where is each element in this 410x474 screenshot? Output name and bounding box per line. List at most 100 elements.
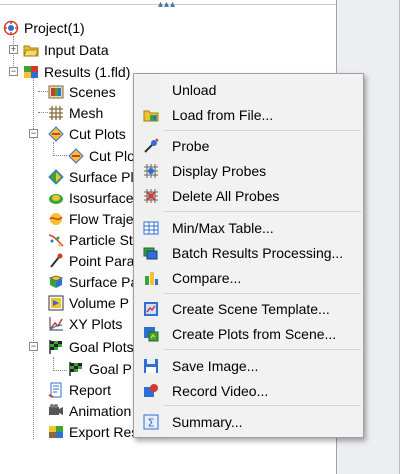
tree-item-goal-plots[interactable]: Goal Plots [48,337,134,357]
menu-item-probe[interactable]: Probe [135,134,363,158]
menu-item-batch-results[interactable]: Batch Results Processing... [135,241,363,265]
menu-item-create-scene-template[interactable]: Create Scene Template... [135,297,363,321]
probe-icon [142,137,160,155]
menu-item-label: Create Plots from Scene... [172,326,337,342]
menu-item-label: Batch Results Processing... [172,245,344,261]
tree-line [53,155,67,156]
panel-top-splitter[interactable]: ▴▴▴ [0,0,336,12]
tree-item-label: Cut Plo [89,148,135,164]
tree-line [53,370,67,371]
tree-item-volume-parameters[interactable]: Volume P [48,293,129,313]
tree-item-surface-plots[interactable]: Surface Pl [48,167,134,187]
scene-template-icon [142,300,160,318]
tree-item-label: Point Para [69,253,135,269]
menu-separator [164,405,361,406]
menu-item-label: Min/Max Table... [172,220,274,236]
expand-toggle[interactable]: + [9,45,18,54]
tree-item-report[interactable]: Report [48,380,111,400]
tree-item-xy-plots[interactable]: XY Plots [48,314,122,334]
menu-item-load-from-file[interactable]: Load from File... [135,103,363,127]
menu-item-min-max-table[interactable]: Min/Max Table... [135,216,363,240]
table-icon [142,219,160,237]
menu-item-delete-all-probes[interactable]: Delete All Probes [135,184,363,208]
tree-root-label: Project(1) [24,20,85,36]
tree-item-particle-studies[interactable]: Particle St [48,230,133,250]
menu-item-display-probes[interactable]: Display Probes [135,159,363,183]
menu-item-create-plots-from-scene[interactable]: Create Plots from Scene... [135,322,363,346]
tree-item-label: Results (1.fld) [44,64,131,80]
tree-item-label: Volume P [69,295,129,311]
point-parameter-icon [48,253,64,269]
tree-item-surface-parameters[interactable]: Surface Pa [48,272,138,292]
splitter-grip-dots[interactable]: ▴▴▴ [158,0,176,10]
menu-item-label: Compare... [172,270,242,286]
menu-item-label: Display Probes [172,163,267,179]
menu-separator [164,211,361,212]
tree-item-input-data[interactable]: Input Data [23,40,109,60]
results-icon [23,64,39,80]
volume-parameter-icon [48,295,64,311]
save-icon [142,357,160,375]
menu-item-compare[interactable]: Compare... [135,266,363,290]
tree-item-label: Input Data [44,42,109,58]
folder-open-icon [23,42,39,58]
collapse-toggle[interactable]: − [29,342,38,351]
menu-item-unload[interactable]: Unload [135,78,363,102]
menu-item-summary[interactable]: Σ Summary... [135,410,363,434]
menu-item-label: Create Scene Template... [172,301,330,317]
tree-item-label: Goal Plots [69,339,134,355]
plots-from-scene-icon [142,325,160,343]
tree-line [38,91,48,92]
load-folder-icon [142,106,160,124]
tree-item-animations[interactable]: Animation [48,401,131,421]
compare-icon [142,269,160,287]
batch-icon [142,244,160,262]
tree-item-label: Mesh [69,105,104,121]
blank-icon [142,81,160,99]
tree-item-mesh[interactable]: Mesh [48,103,103,123]
menu-separator [164,349,361,350]
menu-item-label: Save Image... [172,358,259,374]
tree-item-isosurfaces[interactable]: Isosurface [48,188,134,208]
animation-icon [48,403,64,419]
display-probes-icon [142,162,160,180]
record-video-icon [142,382,160,400]
tree-item-label: Flow Traje [69,211,134,227]
menu-separator [164,130,361,131]
tree-item-label: Scenes [69,84,116,100]
tree-root-project[interactable]: Project(1) [3,18,85,38]
isosurface-icon [48,190,64,206]
tree-item-goal-plot-1[interactable]: Goal P [68,359,132,379]
tree-item-label: Surface Pl [69,169,134,185]
export-results-icon [48,424,64,440]
tree-item-results[interactable]: Results (1.fld) [23,62,130,82]
flow-trajectory-icon [48,211,64,227]
collapse-toggle[interactable]: − [29,129,38,138]
delete-probes-icon [142,187,160,205]
menu-item-label: Delete All Probes [172,188,280,204]
tree-item-cut-plots[interactable]: Cut Plots [48,124,126,144]
tree-item-label: Animation [69,403,132,419]
menu-item-save-image[interactable]: Save Image... [135,354,363,378]
tree-item-scenes[interactable]: Scenes [48,82,116,102]
project-icon [3,20,19,36]
xy-plot-icon [48,316,64,332]
collapse-toggle[interactable]: − [9,67,18,76]
menu-item-record-video[interactable]: Record Video... [135,379,363,403]
tree-item-label: Particle St [69,232,133,248]
cut-plot-icon [48,126,64,142]
tree-item-point-parameters[interactable]: Point Para [48,251,134,271]
goal-plot-icon [48,339,64,355]
goal-plot-icon [68,361,84,377]
svg-text:Σ: Σ [148,417,155,430]
tree-item-flow-trajectories[interactable]: Flow Traje [48,209,134,229]
results-context-menu: Unload Load from File... Probe Display P… [133,73,364,438]
tree-item-cut-plot-1[interactable]: Cut Plo [68,146,135,166]
summary-icon: Σ [142,413,160,431]
report-icon [48,382,64,398]
tree-line [53,142,54,156]
tree-item-label: XY Plots [69,316,123,332]
tree-item-label: Cut Plots [69,126,126,142]
menu-item-label: Summary... [172,414,243,430]
menu-item-label: Probe [172,138,210,154]
